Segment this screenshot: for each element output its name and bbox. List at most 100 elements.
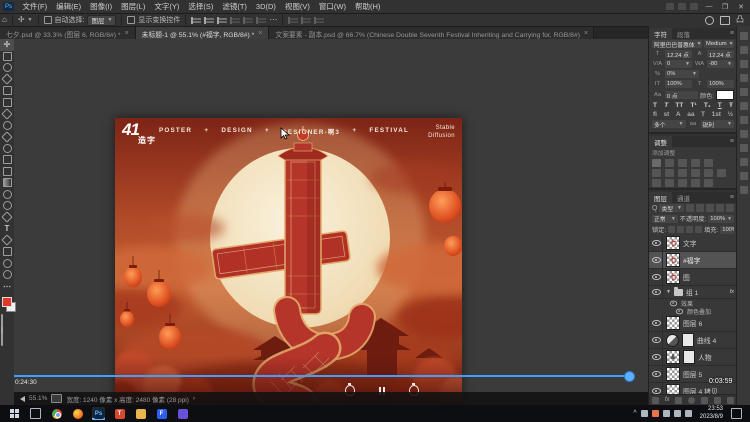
screen-mode-button[interactable]: [1, 328, 3, 346]
foreground-color-swatch[interactable]: [2, 297, 12, 307]
menu-window[interactable]: 窗口(W): [314, 0, 350, 13]
start-button[interactable]: [8, 407, 21, 420]
gradient-map-icon[interactable]: [691, 179, 700, 187]
contextual-alternates-button[interactable]: st: [664, 111, 670, 118]
layer-row-selected[interactable]: 七#福字: [649, 252, 737, 269]
menu-help[interactable]: 帮助(H): [351, 0, 385, 13]
photoshop-taskbar-icon[interactable]: Ps: [92, 407, 105, 420]
properties-panel-icon[interactable]: [740, 88, 748, 96]
photo-filter-icon[interactable]: [691, 169, 700, 177]
baseline-shift-field[interactable]: 0 点: [665, 91, 698, 99]
action-center-icon[interactable]: [731, 408, 742, 419]
chrome-icon[interactable]: [50, 407, 63, 420]
layer-row[interactable]: 图层 6: [649, 315, 737, 332]
vibrance-icon[interactable]: [704, 159, 713, 167]
align-right-icon[interactable]: [217, 17, 227, 24]
horizontal-scale-field[interactable]: 100%: [707, 80, 734, 88]
link-layers-icon[interactable]: [652, 397, 659, 404]
group-expand-icon[interactable]: ▼: [666, 289, 671, 295]
tray-icon[interactable]: [685, 410, 692, 417]
brush-tool[interactable]: [0, 131, 14, 143]
pen-tool[interactable]: [0, 212, 14, 224]
kerning-select[interactable]: 0▼: [665, 60, 692, 68]
small-caps-button[interactable]: T¹: [691, 102, 697, 109]
search-icon[interactable]: [705, 16, 714, 25]
blend-mode-select[interactable]: 正常▼: [652, 215, 678, 223]
filter-shape-layers-icon[interactable]: [716, 204, 724, 212]
crop-tool[interactable]: [0, 85, 14, 97]
delete-layer-icon[interactable]: [727, 397, 734, 404]
titling-alternates-button[interactable]: T: [701, 111, 705, 118]
tab-channels[interactable]: 通道: [672, 192, 695, 203]
align-left-icon[interactable]: [191, 17, 201, 24]
faux-bold-button[interactable]: T: [653, 102, 657, 109]
ordinals-button[interactable]: 1st: [712, 111, 721, 118]
actions-panel-icon[interactable]: [740, 144, 748, 152]
show-transform-checkbox[interactable]: [127, 16, 135, 24]
layer-row[interactable]: 七文字: [649, 235, 737, 252]
frame-tool[interactable]: [0, 97, 14, 109]
layer-effect-item-row[interactable]: 颜色叠加: [649, 307, 737, 315]
visibility-toggle[interactable]: [651, 252, 663, 268]
close-button[interactable]: ✕: [734, 1, 748, 12]
workspace-switcher-icon[interactable]: [720, 16, 730, 25]
lock-pixels-icon[interactable]: [677, 226, 684, 233]
opacity-field[interactable]: 100%▼: [708, 215, 734, 223]
distribute-icon[interactable]: [288, 17, 298, 24]
layer-row[interactable]: ♟ 人物: [649, 349, 737, 366]
lock-all-icon[interactable]: [695, 226, 702, 233]
color-balance-icon[interactable]: [665, 169, 674, 177]
eyedropper-tool[interactable]: [0, 108, 14, 120]
layer-search-icon[interactable]: Q: [652, 205, 657, 212]
share-icon[interactable]: 凸: [736, 16, 744, 24]
tray-icon[interactable]: [663, 410, 670, 417]
layer-mask-thumbnail[interactable]: [683, 350, 695, 364]
new-group-icon[interactable]: [701, 397, 708, 404]
glyphs-panel-icon[interactable]: [740, 186, 748, 194]
file-explorer-icon[interactable]: [134, 407, 147, 420]
brightness-contrast-icon[interactable]: [652, 159, 661, 167]
progress-bar[interactable]: [14, 375, 628, 377]
tab-character[interactable]: 字符: [649, 28, 672, 39]
menu-3d[interactable]: 3D(D): [251, 0, 280, 13]
visibility-toggle[interactable]: [651, 315, 663, 331]
minimize-button[interactable]: —: [702, 1, 716, 12]
align-top-icon[interactable]: [230, 17, 240, 24]
leading-select[interactable]: 12.24 点▼: [707, 50, 734, 58]
stylistic-alternates-button[interactable]: aa: [687, 111, 694, 118]
paths-panel-icon[interactable]: [740, 172, 748, 180]
info-panel-icon[interactable]: [740, 130, 748, 138]
menu-view[interactable]: 视图(V): [280, 0, 314, 13]
distribute-icon[interactable]: [301, 17, 311, 24]
dodge-tool[interactable]: [0, 200, 14, 212]
hand-tool[interactable]: [0, 258, 14, 270]
visibility-toggle[interactable]: [651, 366, 663, 382]
align-center-icon[interactable]: [204, 17, 214, 24]
lasso-tool[interactable]: [0, 62, 14, 74]
superscript-button[interactable]: T₁: [704, 102, 711, 109]
history-panel-icon[interactable]: [740, 102, 748, 110]
healing-brush-tool[interactable]: [0, 120, 14, 132]
fill-field[interactable]: 100%▼: [720, 226, 734, 234]
titlebar-plugin-icon[interactable]: [666, 3, 674, 10]
adjustment-layer-row[interactable]: 曲线 4: [649, 332, 737, 349]
menu-select[interactable]: 选择(S): [184, 0, 218, 13]
app-logo-icon[interactable]: Ps: [3, 2, 14, 11]
move-tool[interactable]: ✢: [0, 39, 14, 51]
invert-icon[interactable]: [652, 179, 661, 187]
edit-toolbar-button[interactable]: ⋯: [0, 281, 14, 293]
threshold-icon[interactable]: [678, 179, 687, 187]
tab-layers[interactable]: 图层: [649, 192, 672, 203]
strikethrough-button[interactable]: Ŧ: [729, 102, 733, 109]
menu-edit[interactable]: 编辑(E): [52, 0, 86, 13]
titlebar-plugin-icon[interactable]: [690, 3, 698, 10]
layer-filter-select[interactable]: 类型▼: [659, 204, 684, 212]
tray-icon[interactable]: [674, 410, 681, 417]
new-layer-icon[interactable]: [714, 397, 721, 404]
menu-type[interactable]: 文字(Y): [150, 0, 184, 13]
proportional-spacing-select[interactable]: 0%▼: [665, 70, 699, 78]
filter-adjustment-layers-icon[interactable]: [696, 204, 704, 212]
swatches-panel-icon[interactable]: [740, 46, 748, 54]
history-brush-tool[interactable]: [0, 154, 14, 166]
auto-select-dropdown[interactable]: 图层▼: [87, 15, 116, 26]
